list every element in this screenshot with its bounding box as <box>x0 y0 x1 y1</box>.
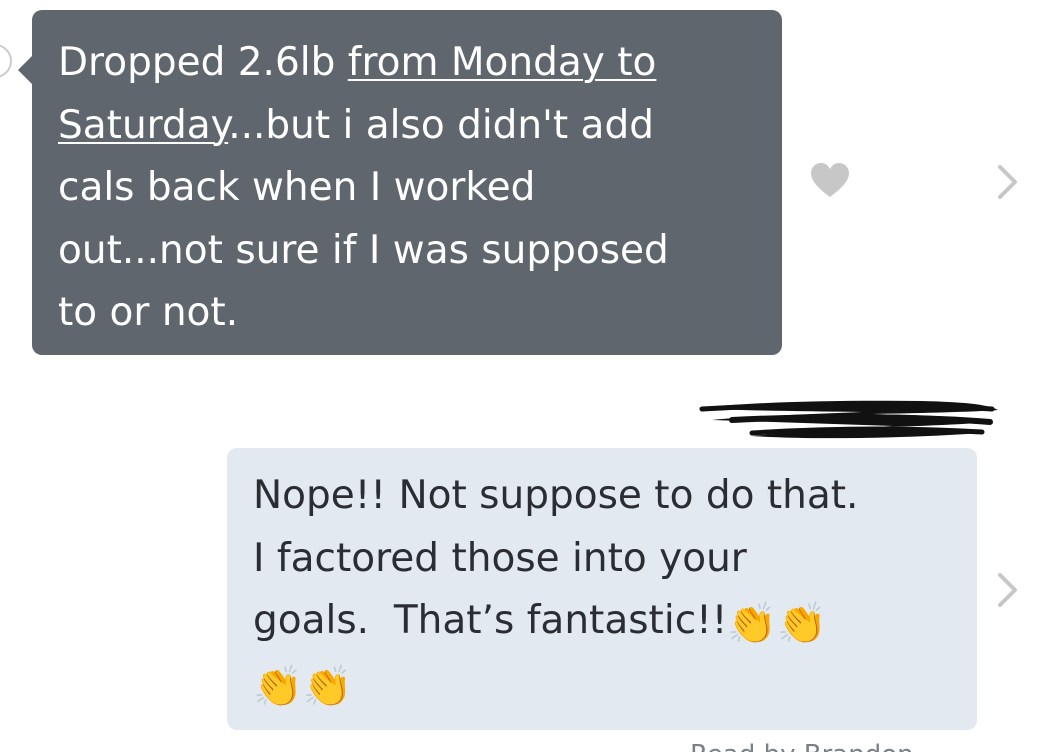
clapping-hands-emoji: 👏 <box>777 601 828 647</box>
clapping-hands-emoji: 👏 <box>253 663 303 710</box>
incoming-message-text: Dropped 2.6lb from Monday to Saturday...… <box>58 32 756 345</box>
chat-thread: Dropped 2.6lb from Monday to Saturday...… <box>0 0 1052 752</box>
heart-icon[interactable] <box>810 163 850 199</box>
sender-avatar[interactable] <box>0 44 12 78</box>
bubble-tail <box>18 56 32 84</box>
clapping-hands-emoji: 👏 <box>302 663 353 710</box>
chevron-right-icon[interactable] <box>995 162 1021 202</box>
outgoing-message-bubble[interactable]: Nope!! Not suppose to do that. I factore… <box>227 448 977 730</box>
redacted-sender-name <box>698 400 998 439</box>
read-receipt: Read by Brandon <box>690 742 990 752</box>
outgoing-message-text: Nope!! Not suppose to do that. I factore… <box>253 465 953 715</box>
chevron-right-icon[interactable] <box>995 570 1021 610</box>
clapping-hands-emoji: 👏 <box>727 601 778 647</box>
incoming-message-bubble[interactable]: Dropped 2.6lb from Monday to Saturday...… <box>18 10 782 355</box>
message-text-part: Dropped 2.6lb <box>58 40 348 85</box>
